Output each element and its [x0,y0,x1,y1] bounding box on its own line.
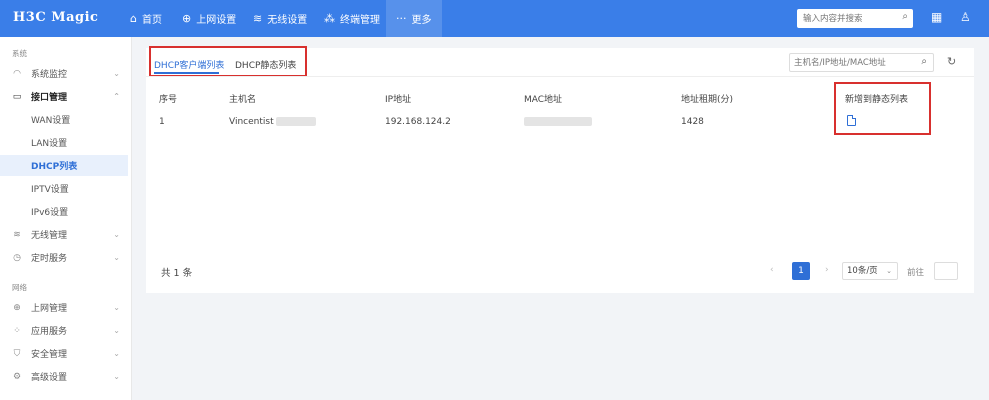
sidebar-item-label: 接口管理 [31,93,68,103]
sidebar-item-ipv6[interactable]: IPv6设置 [0,201,128,222]
chevron-down-icon: ⌄ [113,230,120,239]
sidebar-group-network: 网络 [12,283,27,292]
cell-index: 1 [159,117,165,127]
sidebar-item-label: 应用服务 [31,327,68,337]
user-icon[interactable]: ♙ [960,10,971,24]
column-header-ip: IP地址 [385,95,412,105]
sidebar-group-system: 系统 [12,49,27,58]
sidebar-item-advanced-settings[interactable]: ⚙ 高级设置 ⌄ [0,366,128,387]
qrcode-icon[interactable]: ▦ [931,10,942,24]
monitor-icon: ◠ [13,68,21,79]
wifi-icon: ≋ [253,12,263,25]
dhcp-list-panel: DHCP客户端列表 DHCP静态列表 ⌕ ↻ 序号 主机名 IP地址 MAC地址… [146,46,974,293]
chevron-down-icon: ⌄ [113,326,120,335]
chevron-down-icon: ⌄ [113,69,120,78]
sidebar: 系统 ◠ 系统监控 ⌄ ▭ 接口管理 ⌃ WAN设置 LAN设置 DHCP列表 … [0,37,132,400]
devices-icon: ⁂ [324,12,335,25]
highlight-box-tabs [149,46,307,77]
nav-home-label: 首页 [141,15,162,26]
sidebar-item-dhcp-list[interactable]: DHCP列表 [0,155,128,176]
page-size-select[interactable]: 10条/页 ⌄ [842,262,898,280]
home-icon: ⌂ [130,12,137,25]
nav-internet-settings[interactable]: ⊕ 上网设置 [182,0,236,37]
sidebar-item-label: 上网管理 [31,304,68,314]
redacted-mark [276,117,317,126]
apps-icon: ⁘ [13,325,21,336]
column-header-mac: MAC地址 [524,95,563,105]
sidebar-item-label: 定时服务 [31,254,68,264]
sidebar-item-label: DHCP列表 [31,162,78,172]
page-number-current[interactable]: 1 [792,262,810,280]
cell-hostname: Vincentist [229,117,317,127]
chevron-down-icon: ⌄ [113,253,120,262]
cell-mac [524,117,592,127]
sidebar-item-label: LAN设置 [31,139,68,149]
sidebar-item-label: IPTV设置 [31,185,69,195]
sidebar-item-interface-management[interactable]: ▭ 接口管理 ⌃ [0,86,128,107]
cell-ip: 192.168.124.2 [385,117,451,127]
chevron-up-icon: ⌃ [113,92,120,101]
refresh-icon[interactable]: ↻ [947,55,956,68]
shield-icon: ⛉ [13,348,21,359]
goto-page-input[interactable] [934,262,958,280]
total-count: 共 1 条 [161,268,193,279]
globe-icon: ⊕ [182,12,192,25]
chevron-down-icon: ⌄ [113,349,120,358]
sidebar-item-label: 无线管理 [31,231,68,241]
wifi-icon: ≋ [13,229,21,240]
interface-icon: ▭ [12,91,22,102]
chevron-down-icon: ⌄ [113,303,120,312]
more-icon: ··· [396,12,407,25]
sidebar-item-label: WAN设置 [31,116,71,126]
top-nav-bar: H3C Magic ⌂ 首页 ⊕ 上网设置 ≋ 无线设置 ⁂ 终端管理 ··· … [0,0,989,37]
nav-terminal-label: 终端管理 [340,15,380,26]
tabs-divider [146,76,974,77]
sidebar-item-lan[interactable]: LAN设置 [0,132,128,153]
table-search: ⌕ [789,53,934,72]
sidebar-item-label: 高级设置 [31,373,68,383]
table-search-input[interactable] [794,56,912,69]
add-to-static-icon[interactable] [847,115,856,126]
column-header-lease: 地址租期(分) [681,95,734,105]
nav-wireless-settings[interactable]: ≋ 无线设置 [253,0,307,37]
page-size-value: 10条/页 [847,266,878,276]
brand-logo[interactable]: H3C Magic [13,10,98,25]
search-icon[interactable]: ⌕ [902,11,908,22]
global-search-input[interactable] [803,11,893,26]
nav-more[interactable]: ··· 更多 [386,0,442,37]
nav-terminal-management[interactable]: ⁂ 终端管理 [324,0,380,37]
nav-internet-label: 上网设置 [196,15,237,26]
goto-label: 前往 [907,268,925,278]
column-header-hostname: 主机名 [229,95,257,105]
sidebar-item-internet-management[interactable]: ⊕ 上网管理 ⌄ [0,297,128,318]
sidebar-item-label: IPv6设置 [31,208,69,218]
cell-hostname-text: Vincentist [229,117,274,127]
redacted-mark [524,117,592,126]
global-search: ⌕ [797,9,913,28]
chevron-down-icon: ⌄ [113,372,120,381]
cell-lease: 1428 [681,117,704,127]
gear-icon: ⚙ [12,371,22,382]
sidebar-item-label: 安全管理 [31,350,68,360]
prev-page-icon[interactable]: ‹ [770,265,774,275]
next-page-icon[interactable]: › [825,265,829,275]
sidebar-item-scheduled-service[interactable]: ◷ 定时服务 ⌄ [0,247,128,268]
globe-icon: ⊕ [13,302,21,313]
chevron-down-icon: ⌄ [886,267,892,275]
search-icon[interactable]: ⌕ [921,56,927,67]
clock-icon: ◷ [13,252,21,263]
nav-more-label: 更多 [411,15,432,26]
sidebar-item-system-monitor[interactable]: ◠ 系统监控 ⌄ [0,63,128,84]
sidebar-item-wireless-management[interactable]: ≋ 无线管理 ⌄ [0,224,128,245]
column-header-index: 序号 [159,95,178,105]
sidebar-item-security[interactable]: ⛉ 安全管理 ⌄ [0,343,128,364]
nav-home[interactable]: ⌂ 首页 [130,0,162,37]
nav-wireless-label: 无线设置 [267,15,308,26]
sidebar-item-wan[interactable]: WAN设置 [0,109,128,130]
sidebar-item-iptv[interactable]: IPTV设置 [0,178,128,199]
sidebar-item-label: 系统监控 [31,70,68,80]
highlight-box-add-static [834,82,931,135]
sidebar-item-app-services[interactable]: ⁘ 应用服务 ⌄ [0,320,128,341]
